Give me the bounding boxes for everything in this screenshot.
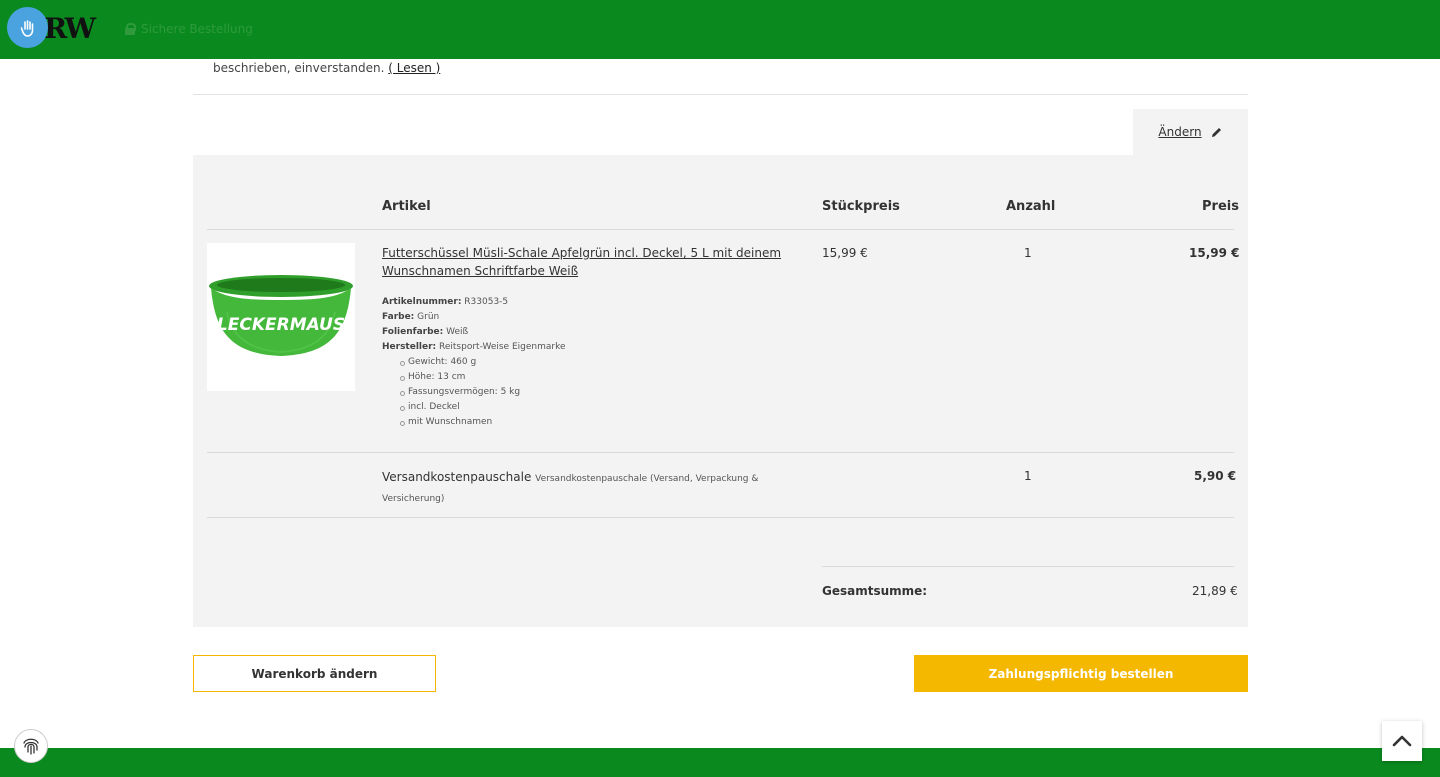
product-price: 15,99 € [1189,246,1240,260]
feature-item: mit Wunschnamen [400,415,566,430]
header-unit-price: Stückpreis [822,199,900,214]
bowl-label: LECKERMAUS [217,315,345,335]
bowl-image: LECKERMAUS [209,275,353,356]
shipping-name: Versandkostenpauschale [382,470,532,484]
place-order-button[interactable]: Zahlungspflichtig bestellen [914,655,1248,692]
table-divider [207,452,1234,453]
lock-icon [125,23,136,35]
shipping-row-label: Versandkostenpauschale Versandkostenpaus… [382,468,772,508]
accessibility-icon [20,19,33,37]
feature-item: Gewicht: 460 g [400,355,566,370]
edit-cart-button[interactable]: Warenkorb ändern [193,655,436,692]
header-article: Artikel [382,199,431,214]
header-price: Preis [1202,199,1239,214]
attribute-row: Artikelnummer: R33053-5 [382,297,509,307]
divider [193,94,1248,95]
accessibility-button[interactable] [7,7,48,48]
attribute-row: Farbe: Grün [382,312,440,322]
edit-link[interactable]: Ändern [1158,125,1201,139]
cart-summary-panel [193,155,1248,627]
scroll-to-top-button[interactable] [1382,721,1422,761]
attribute-row: Folienfarbe: Weiß [382,327,469,337]
chevron-up-icon [1392,735,1412,747]
header-quantity: Anzahl [1006,199,1056,214]
shipping-quantity: 1 [1024,469,1032,483]
shipping-price: 5,90 € [1194,469,1237,483]
total-label: Gesamtsumme: [822,584,928,598]
site-logo[interactable]: RW [44,12,96,45]
feature-item: Höhe: 13 cm [400,370,566,385]
product-unit-price: 15,99 € [822,246,868,260]
top-header: RW Sichere Bestellung [0,0,1440,59]
terms-consent-text: beschrieben, einverstanden. ( Lesen ) [213,61,440,75]
product-attributes: Artikelnummer: R33053-5 Farbe: Grün Foli… [382,295,566,430]
pencil-icon [1211,127,1221,137]
secure-order-label: Sichere Bestellung [141,22,253,36]
table-divider [207,229,1234,230]
footer-bar [0,748,1440,777]
product-quantity: 1 [1024,246,1032,260]
secure-order-indicator: Sichere Bestellung [125,22,253,36]
attribute-row: Hersteller: Reitsport-Weise Eigenmarke [382,342,566,352]
product-title-link[interactable]: Futterschüssel Müsli-Schale Apfelgrün in… [382,244,782,280]
terms-read-link[interactable]: ( Lesen ) [388,61,440,75]
total-divider [822,566,1234,567]
feature-item: Fassungsvermögen: 5 kg [400,385,566,400]
privacy-settings-button[interactable] [14,729,48,763]
product-image[interactable]: LECKERMAUS [207,243,355,391]
fingerprint-icon [23,738,39,755]
total-value: 21,89 € [1192,584,1238,598]
edit-cart-tab[interactable]: Ändern [1133,109,1248,155]
feature-item: incl. Deckel [400,400,566,415]
table-divider [207,517,1234,518]
terms-text: beschrieben, einverstanden. [213,61,389,75]
product-features-list: Gewicht: 460 g Höhe: 13 cm Fassungsvermö… [382,355,566,430]
